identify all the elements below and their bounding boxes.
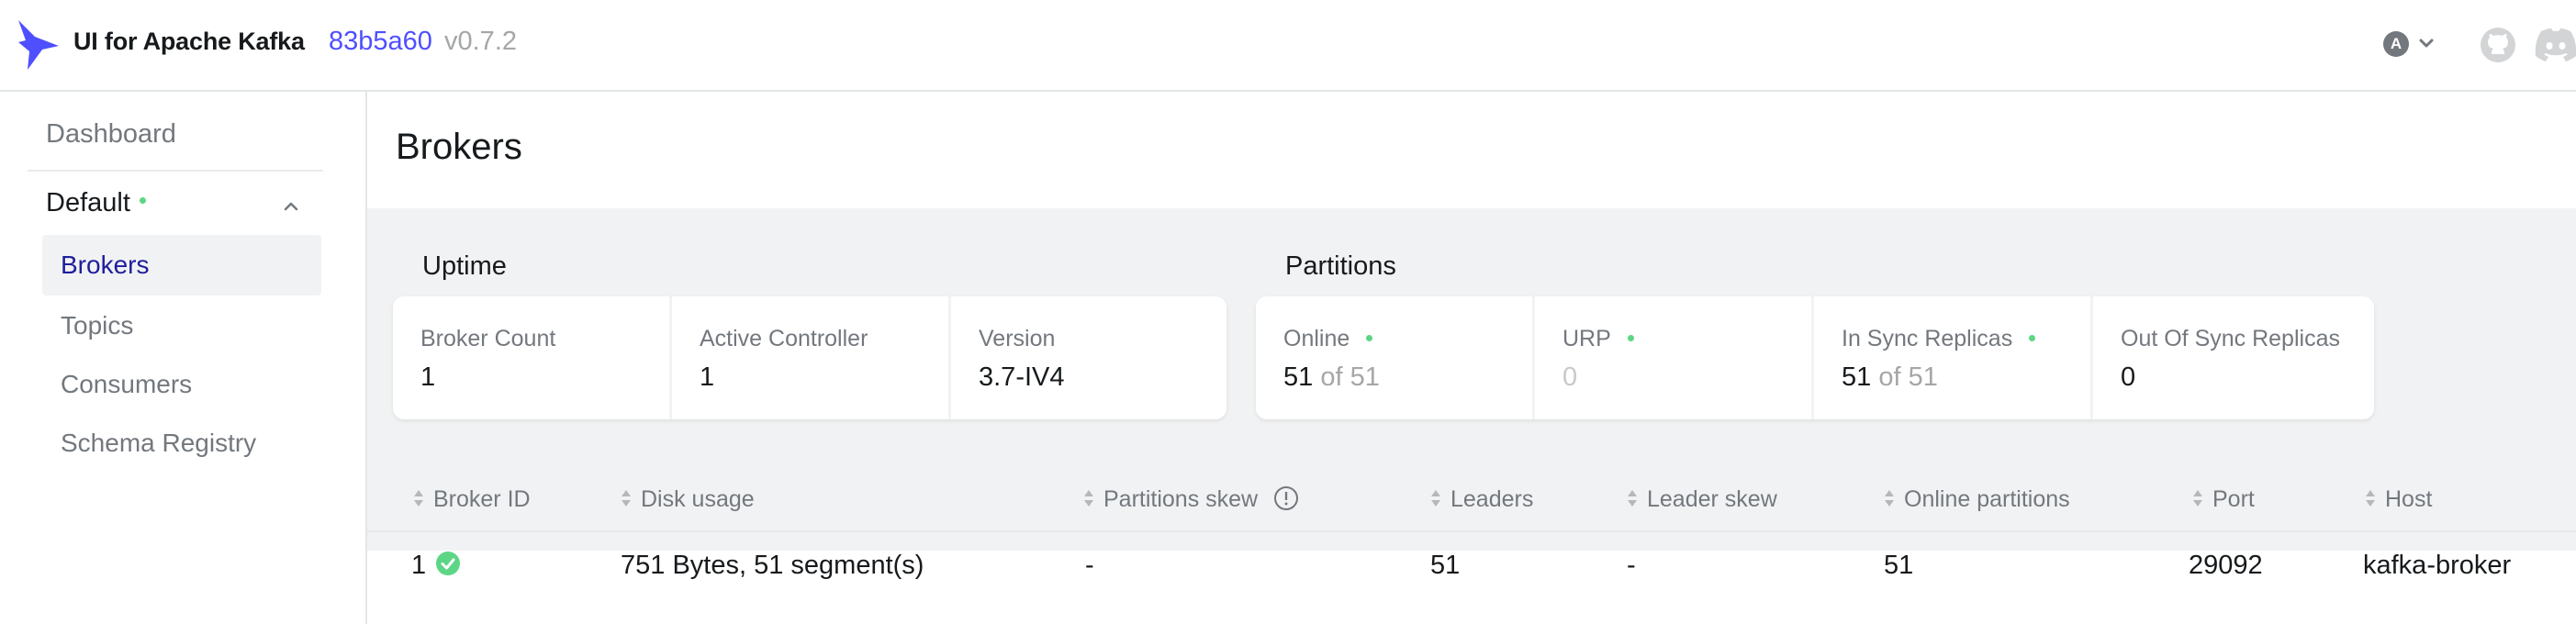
check-circle-icon [436, 552, 461, 576]
sort-icon [414, 490, 423, 507]
urp-value: 0 [1562, 362, 1578, 392]
cluster-status-dot [139, 196, 146, 204]
sidebar-item-dashboard[interactable]: Dashboard [46, 119, 176, 150]
cell-partitions-skew: - [1085, 551, 1094, 580]
user-menu[interactable]: A [2383, 29, 2442, 59]
online-total: of 51 [1320, 362, 1380, 392]
chevron-up-icon[interactable] [281, 196, 301, 217]
cell-leaders: 51 [1430, 551, 1461, 580]
urp-status-dot [1627, 334, 1634, 341]
sort-icon [2366, 490, 2375, 507]
version-value: 3.7-IV4 [979, 362, 1065, 392]
version-card: Version 3.7-IV4 [951, 296, 1226, 419]
version-label: Version [979, 326, 1056, 351]
cluster-name: Default [46, 188, 130, 217]
urp-label: URP [1562, 326, 1634, 352]
chevron-down-icon [2419, 39, 2434, 48]
column-header-disk-usage[interactable]: Disk usage [621, 486, 755, 513]
cell-disk-usage: 751 Bytes, 51 segment(s) [621, 551, 924, 580]
column-header-port[interactable]: Port [2192, 486, 2255, 513]
sidebar: Dashboard Default Brokers Topics Consume… [0, 92, 367, 624]
in-sync-total: of 51 [1878, 362, 1938, 392]
partitions-cards: Online 51 of 51 URP 0 In Sync Replicas 5… [1256, 296, 2374, 419]
sidebar-item-consumers[interactable]: Consumers [42, 354, 321, 415]
commit-link[interactable]: 83b5a60 [329, 27, 432, 57]
online-label-text: Online [1283, 326, 1350, 351]
sort-icon [1628, 490, 1637, 507]
broker-id-value: 1 [411, 551, 427, 580]
column-label: Leaders [1450, 486, 1534, 512]
sidebar-divider [28, 170, 323, 172]
in-sync-status-dot [2029, 334, 2036, 341]
online-count: 51 [1283, 362, 1314, 392]
in-sync-label-text: In Sync Replicas [1842, 326, 2013, 351]
page-title: Brokers [396, 127, 522, 167]
online-value: 51 of 51 [1283, 362, 1380, 393]
column-header-online-partitions[interactable]: Online partitions [1884, 486, 2070, 513]
cell-host: kafka-broker [2363, 551, 2512, 580]
discord-icon[interactable] [2534, 28, 2576, 62]
broker-count-value: 1 [420, 362, 436, 392]
column-label: Broker ID [433, 486, 531, 512]
active-controller-value: 1 [700, 362, 715, 392]
active-controller-label: Active Controller [700, 326, 868, 351]
sidebar-item-brokers[interactable]: Brokers [42, 235, 321, 295]
cell-broker-id[interactable]: 1 [411, 551, 461, 581]
sidebar-cluster-default[interactable]: Default [46, 188, 146, 218]
github-icon[interactable] [2479, 26, 2517, 64]
sort-icon [1084, 490, 1093, 507]
cell-port: 29092 [2189, 551, 2263, 580]
column-header-leaders[interactable]: Leaders [1430, 486, 1533, 513]
broker-count-card: Broker Count 1 [393, 296, 672, 419]
active-controller-card: Active Controller 1 [672, 296, 951, 419]
online-status-dot [1366, 334, 1373, 341]
column-label: Leader skew [1647, 486, 1777, 512]
cell-leader-skew: - [1627, 551, 1636, 580]
top-navbar: UI for Apache Kafka 83b5a60 v0.7.2 A [0, 0, 2576, 92]
sidebar-item-schema-registry[interactable]: Schema Registry [42, 413, 321, 474]
uptime-section-title: Uptime [422, 251, 507, 281]
column-label: Port [2212, 486, 2255, 512]
info-icon[interactable] [1273, 485, 1299, 511]
in-sync-label: In Sync Replicas [1842, 326, 2036, 352]
version-text: v0.7.2 [444, 27, 517, 56]
out-of-sync-replicas-card: Out Of Sync Replicas 0 [2093, 296, 2374, 419]
sort-icon [622, 490, 631, 507]
sort-icon [1431, 490, 1440, 507]
user-avatar: A [2383, 31, 2409, 57]
kafka-ui-logo-icon[interactable] [17, 18, 61, 72]
column-header-leader-skew[interactable]: Leader skew [1627, 486, 1777, 513]
app-title[interactable]: UI for Apache Kafka [73, 28, 305, 56]
column-label: Host [2385, 486, 2433, 512]
online-label: Online [1283, 326, 1373, 352]
column-header-partitions-skew[interactable]: Partitions skew [1083, 486, 1299, 513]
column-label: Online partitions [1904, 486, 2070, 512]
column-header-host[interactable]: Host [2365, 486, 2432, 513]
out-of-sync-value: 0 [2121, 362, 2136, 392]
column-header-broker-id[interactable]: Broker ID [413, 486, 531, 513]
sort-icon [2193, 490, 2202, 507]
in-sync-replicas-card: In Sync Replicas 51 of 51 [1814, 296, 2093, 419]
cell-online-partitions: 51 [1884, 551, 1914, 580]
column-label: Partitions skew [1103, 486, 1259, 512]
online-card: Online 51 of 51 [1256, 296, 1535, 419]
broker-count-label: Broker Count [420, 326, 556, 351]
in-sync-value: 51 of 51 [1842, 362, 1938, 393]
urp-label-text: URP [1562, 326, 1611, 351]
sidebar-item-topics[interactable]: Topics [42, 295, 321, 356]
column-label: Disk usage [641, 486, 755, 512]
in-sync-count: 51 [1842, 362, 1872, 392]
uptime-cards: Broker Count 1 Active Controller 1 Versi… [393, 296, 1226, 419]
out-of-sync-label: Out Of Sync Replicas [2121, 326, 2340, 351]
partitions-section-title: Partitions [1285, 251, 1396, 281]
sort-icon [1885, 490, 1894, 507]
urp-card: URP 0 [1535, 296, 1814, 419]
